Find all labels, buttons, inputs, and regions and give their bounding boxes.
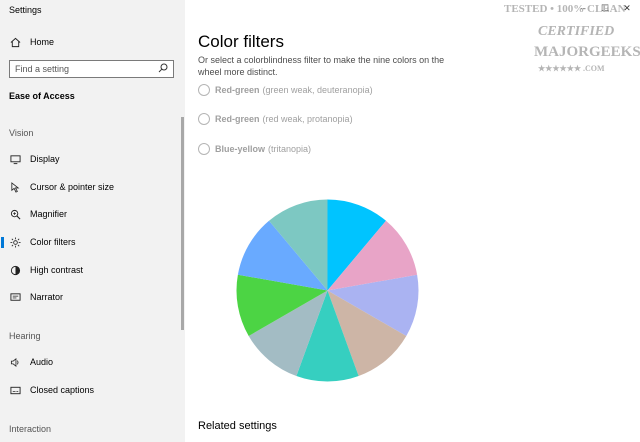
radio-label-main: Red-green — [215, 85, 260, 95]
watermark-line-1: TESTED • 100% CLEAN — [504, 3, 626, 15]
watermark-line-3: MAJORGEEKS — [534, 44, 640, 60]
group-label-hearing: Hearing — [9, 331, 41, 341]
high-contrast-icon — [8, 263, 22, 277]
radio-deuteranopia[interactable]: Red-green (green weak, deuteranopia) — [198, 84, 373, 96]
sidebar-item-label: Closed captions — [30, 385, 95, 395]
sidebar-item-color-filters[interactable]: Color filters — [0, 231, 183, 253]
radio-circle[interactable] — [198, 143, 210, 155]
sidebar-item-narrator[interactable]: Narrator — [0, 286, 183, 308]
color-filters-icon — [8, 235, 22, 249]
sidebar-item-display[interactable]: Display — [0, 148, 183, 170]
sidebar-item-magnifier[interactable]: Magnifier — [0, 203, 183, 225]
window-title: Settings — [9, 5, 42, 15]
magnifier-icon — [8, 207, 22, 221]
sidebar-item-high-contrast[interactable]: High contrast — [0, 259, 183, 281]
page-description: Or select a colorblindness filter to mak… — [198, 55, 445, 77]
page-title: Color filters — [198, 32, 284, 51]
sidebar-item-closed-captions[interactable]: Closed captions — [0, 379, 183, 401]
watermark-line-2: CERTIFIED — [538, 24, 615, 39]
section-title: Ease of Access — [9, 91, 75, 101]
sidebar-item-cursor[interactable]: Cursor & pointer size — [0, 176, 183, 198]
sidebar-item-label: Magnifier — [30, 209, 68, 219]
radio-tritanopia[interactable]: Blue-yellow (tritanopia) — [198, 143, 311, 155]
radio-label-detail: (tritanopia) — [268, 144, 312, 154]
watermark-line-4: ★★★★★★ .COM — [538, 64, 605, 73]
sidebar-item-label: High contrast — [30, 265, 84, 275]
group-label-interaction: Interaction — [9, 424, 52, 434]
radio-protanopia[interactable]: Red-green (red weak, protanopia) — [198, 113, 353, 125]
search-field[interactable] — [9, 60, 174, 78]
cursor-icon — [8, 180, 22, 194]
closed-captions-icon — [8, 383, 22, 397]
radio-label-detail: (green weak, deuteranopia) — [262, 85, 373, 95]
related-settings-heading: Related settings — [198, 420, 277, 432]
radio-label-main: Blue-yellow — [215, 144, 266, 154]
majorgeeks-watermark: TESTED • 100% CLEAN CERTIFIED MAJORGEEKS… — [500, 0, 640, 82]
sidebar-item-label: Audio — [30, 357, 54, 367]
display-icon — [8, 152, 22, 166]
nav-home-label: Home — [30, 37, 55, 47]
narrator-icon — [8, 290, 22, 304]
color-wheel — [236, 199, 419, 382]
radio-circle[interactable] — [198, 84, 210, 96]
sidebar-scrollbar[interactable] — [181, 117, 184, 330]
sidebar-item-label: Display — [30, 154, 60, 164]
group-label-vision: Vision — [9, 128, 34, 138]
sidebar: Settings Home Ease of Access Vision Disp… — [0, 0, 185, 442]
search-input[interactable] — [15, 64, 155, 74]
home-icon — [8, 35, 22, 49]
nav-home[interactable]: Home — [0, 31, 183, 53]
search-icon[interactable] — [158, 60, 168, 78]
audio-icon — [8, 355, 22, 369]
sidebar-item-label: Cursor & pointer size — [30, 182, 115, 192]
sidebar-item-label: Narrator — [30, 292, 64, 302]
radio-label-main: Red-green — [215, 114, 260, 124]
sidebar-item-audio[interactable]: Audio — [0, 351, 183, 373]
sidebar-item-label: Color filters — [30, 237, 76, 247]
radio-label-detail: (red weak, protanopia) — [262, 114, 353, 124]
radio-circle[interactable] — [198, 113, 210, 125]
